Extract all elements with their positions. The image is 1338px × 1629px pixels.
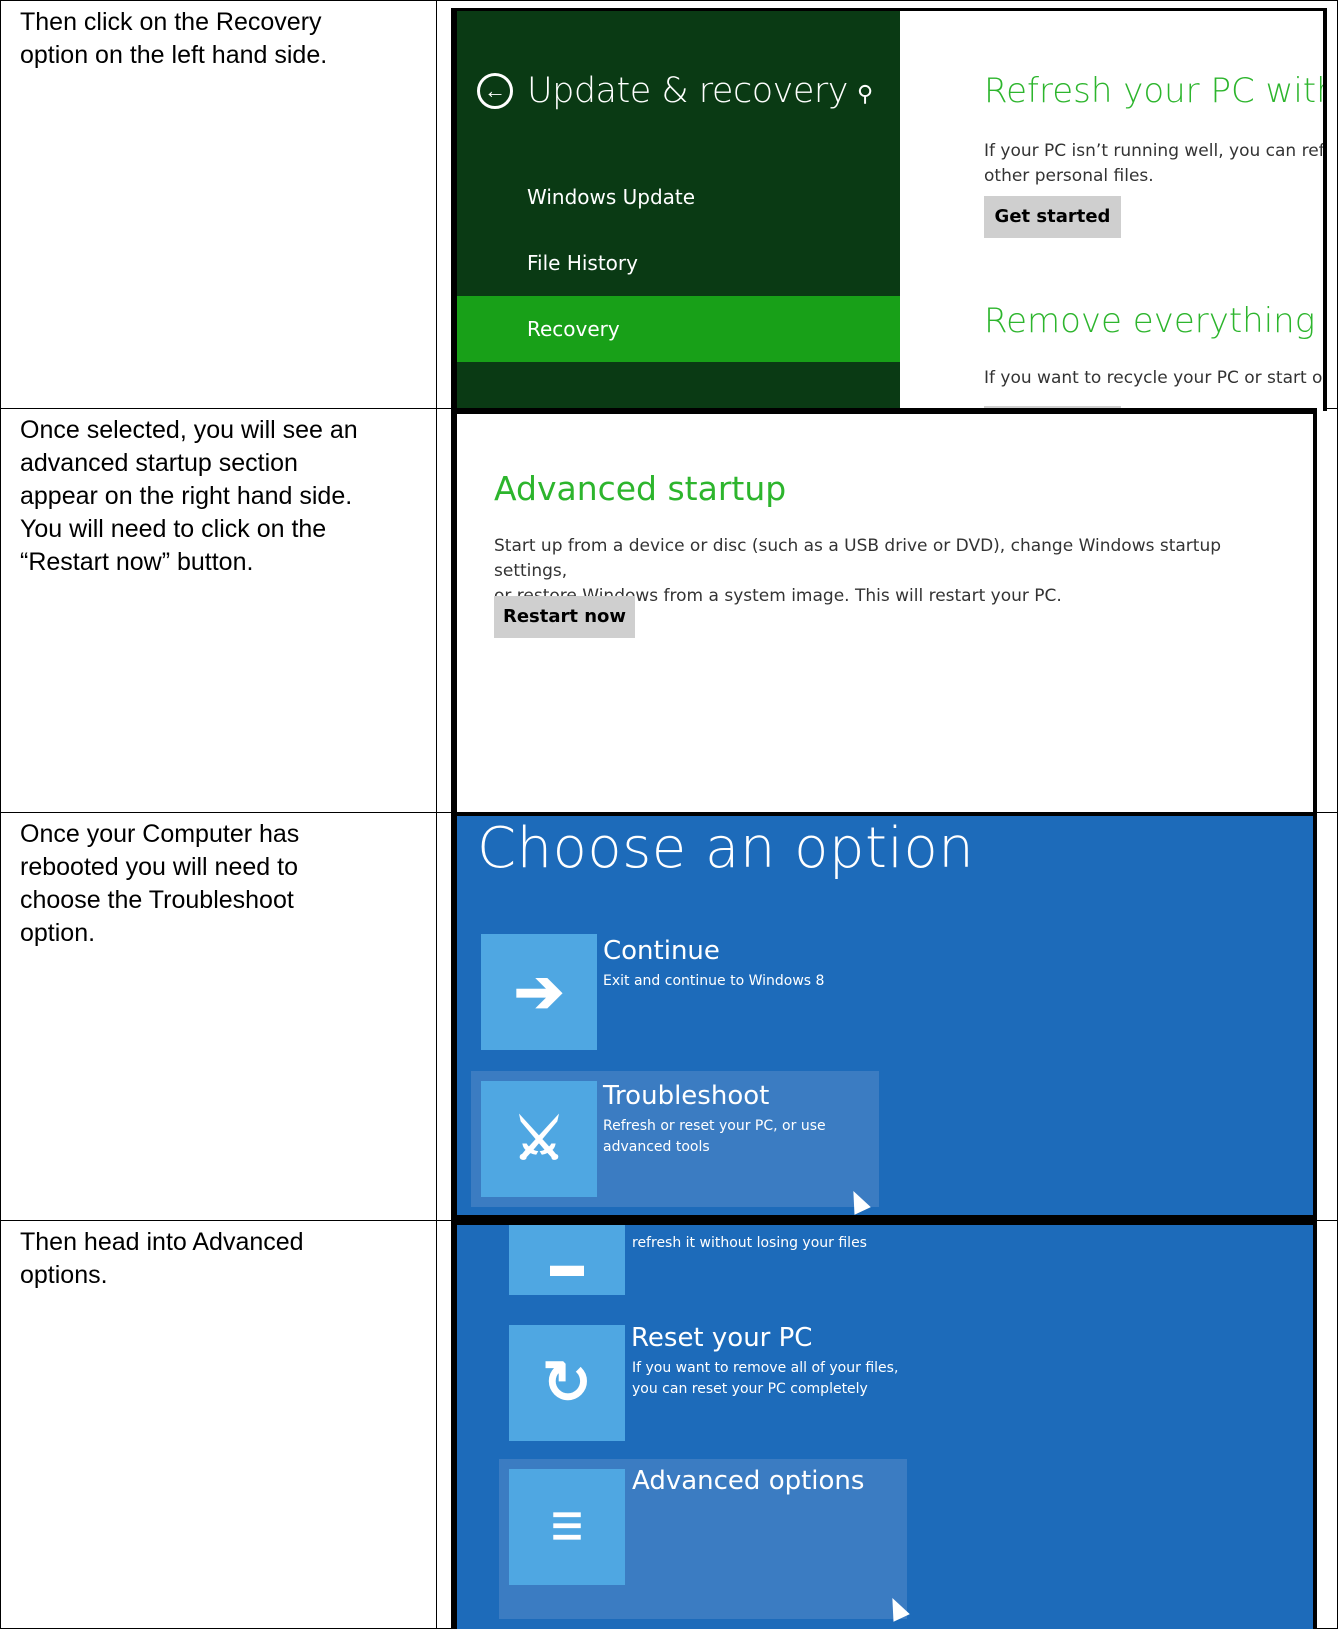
restart-now-button[interactable]: Restart now (494, 596, 635, 638)
continue-title[interactable]: Continue (603, 936, 720, 966)
remove-heading: Remove everything anc (984, 301, 1323, 341)
nav-item-file-history[interactable]: File History (457, 230, 900, 296)
troubleshoot-title[interactable]: Troubleshoot (603, 1081, 769, 1111)
step-3-instruction: Once your Computer has rebooted you will… (20, 820, 300, 947)
reset-pc-tile[interactable]: ↻ (509, 1325, 625, 1441)
reset-icon: ↻ (541, 1349, 593, 1416)
nav-item-recovery[interactable]: Recovery (457, 296, 900, 362)
step-2-instruction: Once selected, you will see an advanced … (20, 416, 358, 576)
refresh-pc-subtitle: refresh it without losing your files (632, 1235, 867, 1251)
choose-option-screenshot: Choose an option ➔ Continue Exit and con… (451, 812, 1317, 1220)
settings-screenshot: ← Update & recovery ⚲ Windows Update Fil… (451, 8, 1327, 411)
continue-subtitle: Exit and continue to Windows 8 (603, 973, 825, 989)
refresh-text: If your PC isn’t running well, you can r… (984, 141, 1325, 186)
advanced-startup-heading: Advanced startup (494, 469, 787, 508)
troubleshoot-subtitle: Refresh or reset your PC, or use advance… (603, 1118, 826, 1155)
refresh-pc-tile[interactable]: ▬ (509, 1225, 625, 1295)
checklist-icon: ☰ (550, 1506, 584, 1547)
table-border-top (0, 0, 1338, 1)
continue-tile[interactable]: ➔ (481, 934, 597, 1050)
reset-pc-subtitle: If you want to remove all of your files,… (632, 1360, 899, 1397)
settings-sidebar: ← Update & recovery ⚲ Windows Update Fil… (457, 11, 900, 411)
advanced-options-title[interactable]: Advanced options (632, 1466, 864, 1496)
refresh-heading: Refresh your PC withou (984, 71, 1323, 111)
refresh-drive-icon: ▬ (550, 1245, 584, 1284)
tools-icon: ⚔ (513, 1107, 565, 1172)
search-icon[interactable]: ⚲ (857, 81, 873, 107)
get-started-button[interactable]: Get started (984, 196, 1121, 238)
troubleshoot-screenshot: ▬ refresh it without losing your files ↻… (451, 1220, 1317, 1629)
nav-item-windows-update[interactable]: Windows Update (457, 164, 900, 230)
settings-title: Update & recovery (527, 71, 848, 111)
arrow-right-icon: ➔ (513, 958, 565, 1025)
step-4-instruction: Then head into Advanced options. (20, 1228, 304, 1289)
reset-pc-title[interactable]: Reset your PC (631, 1323, 812, 1353)
remove-text: If you want to recycle your PC or start … (984, 368, 1327, 388)
table-border-left (0, 0, 1, 1629)
troubleshoot-tile[interactable]: ⚔ (481, 1081, 597, 1197)
back-arrow-icon[interactable]: ← (477, 73, 513, 109)
table-col-divider (436, 0, 437, 1629)
step-1-instruction: Then click on the Recovery option on the… (20, 8, 328, 69)
advanced-options-tile[interactable]: ☰ (509, 1469, 625, 1585)
advanced-startup-screenshot: Advanced startup Start up from a device … (451, 408, 1317, 812)
settings-content: Refresh your PC withou If your PC isn’t … (900, 11, 1323, 411)
choose-option-title: Choose an option (477, 816, 975, 881)
